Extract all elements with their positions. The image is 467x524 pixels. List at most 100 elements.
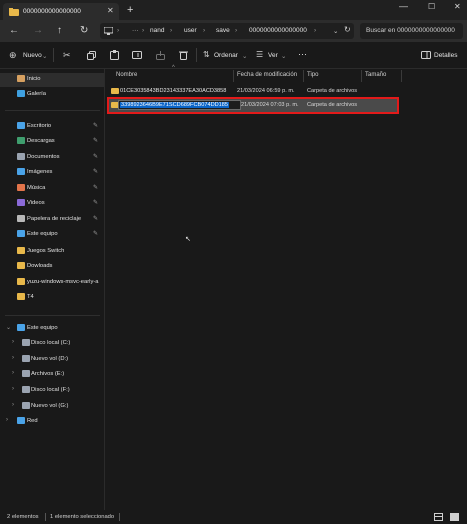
tab-current-folder[interactable]: 0000000000000000 ✕: [3, 3, 119, 20]
pin-icon[interactable]: ✎: [93, 168, 98, 175]
documents-icon: [17, 153, 25, 160]
drive-icon: [22, 355, 30, 362]
chevron-down-icon[interactable]: ⌄: [6, 324, 11, 331]
minimize-button[interactable]: —: [399, 1, 408, 11]
rename-icon[interactable]: [132, 51, 142, 59]
pin-icon[interactable]: ✎: [93, 122, 98, 129]
sidebar-item-quick[interactable]: Este equipo ✎: [0, 228, 104, 242]
pin-icon[interactable]: ✎: [93, 137, 98, 144]
more-options-button[interactable]: ···: [298, 49, 307, 59]
address-dropdown-icon[interactable]: ⌄: [333, 27, 338, 35]
chevron-right-icon[interactable]: ›: [12, 339, 14, 345]
sidebar-item-label: Inicio: [27, 76, 41, 82]
search-box[interactable]: Buscar en 0000000000000000: [360, 23, 463, 39]
new-button[interactable]: Nuevo: [23, 52, 42, 59]
chevron-right-icon[interactable]: ›: [12, 370, 14, 376]
sort-button[interactable]: Ordenar: [214, 52, 238, 59]
tiles-view-icon[interactable]: [450, 513, 459, 521]
breadcrumb-save[interactable]: save: [216, 27, 230, 34]
breadcrumb-user[interactable]: user: [184, 27, 197, 34]
view-icon[interactable]: ☰: [256, 50, 263, 59]
pin-icon[interactable]: ✎: [93, 199, 98, 206]
sidebar-item-red[interactable]: › Red: [0, 415, 104, 429]
column-header-size[interactable]: Tamaño: [365, 72, 386, 78]
chevron-right-icon[interactable]: ›: [12, 355, 14, 361]
sidebar-item-drive[interactable]: › Disco local (C:): [0, 337, 104, 351]
breadcrumb-nand[interactable]: nand: [150, 27, 164, 34]
pin-icon[interactable]: ✎: [93, 184, 98, 191]
sidebar-item-quick[interactable]: Dowloads: [0, 260, 104, 274]
view-button[interactable]: Ver: [268, 52, 278, 59]
computer-icon: [104, 27, 113, 35]
chevron-right-icon[interactable]: ›: [6, 417, 8, 423]
music-icon: [17, 184, 25, 191]
close-window-button[interactable]: ✕: [454, 2, 461, 11]
column-header-date[interactable]: Fecha de modificación: [237, 72, 297, 78]
chevron-right-icon[interactable]: ›: [12, 402, 14, 408]
file-name: 01CE3035843BD23143337EA30ACD3858: [120, 88, 227, 94]
sidebar-item-quick[interactable]: Escritorio ✎: [0, 120, 104, 134]
details-pane-icon[interactable]: [421, 51, 431, 59]
sidebar-item-drive[interactable]: › Nuevo vol (G:): [0, 400, 104, 414]
breadcrumb-overflow[interactable]: ···: [132, 27, 139, 34]
new-dropdown-icon[interactable]: ⌄: [42, 52, 47, 60]
column-header-name[interactable]: Nombre: [116, 72, 137, 78]
sidebar-item-quick[interactable]: Documentos ✎: [0, 151, 104, 165]
refresh-address-icon[interactable]: ↻: [344, 25, 351, 34]
refresh-icon[interactable]: ↻: [80, 25, 88, 36]
sidebar-item-galeria[interactable]: Galería: [0, 88, 104, 102]
back-arrow-icon[interactable]: ←: [9, 25, 19, 36]
pane-splitter[interactable]: [104, 69, 105, 510]
sidebar-item-inicio[interactable]: Inicio: [0, 73, 104, 87]
sidebar-item-quick[interactable]: Papelera de reciclaje ✎: [0, 213, 104, 227]
sidebar-item-quick[interactable]: Imágenes ✎: [0, 166, 104, 180]
folder-icon: [17, 247, 25, 254]
drive-icon: [22, 402, 30, 409]
sort-icon[interactable]: ⇅: [203, 50, 210, 59]
sidebar-item-label: Papelera de reciclaje: [27, 216, 82, 222]
sidebar-item-quick[interactable]: Juegos Switch: [0, 245, 104, 259]
cut-icon[interactable]: ✂: [63, 50, 71, 61]
folder-icon: [17, 278, 25, 285]
up-arrow-icon[interactable]: ↑: [57, 25, 62, 36]
forward-arrow-icon[interactable]: →: [33, 25, 43, 36]
sidebar-item-label: Este equipo: [27, 231, 58, 237]
maximize-button[interactable]: ☐: [428, 2, 435, 11]
share-icon[interactable]: [156, 51, 165, 60]
this-pc-icon: [17, 230, 25, 237]
sidebar-item-quick[interactable]: Descargas ✎: [0, 135, 104, 149]
column-header-type[interactable]: Tipo: [307, 72, 318, 78]
sidebar-item-quick[interactable]: Videos ✎: [0, 197, 104, 211]
sidebar-item-label: Galería: [27, 91, 47, 97]
new-tab-button[interactable]: +: [127, 4, 133, 16]
pin-icon[interactable]: ✎: [93, 215, 98, 222]
details-button[interactable]: Detalles: [434, 52, 457, 59]
downloads-icon: [17, 137, 25, 144]
pin-icon[interactable]: ✎: [93, 153, 98, 160]
view-dropdown-icon[interactable]: ⌄: [281, 52, 286, 60]
sidebar-item-quick[interactable]: yuzu-windows-msvc-early-a: [0, 276, 104, 290]
videos-icon: [17, 199, 25, 206]
sidebar-item-drive[interactable]: › Archivos (E:): [0, 368, 104, 382]
sidebar-item-label: Descargas: [27, 138, 55, 144]
sidebar-item-drive[interactable]: › Nuevo vol (D:): [0, 353, 104, 367]
sidebar-item-label: Dowloads: [27, 263, 53, 269]
chevron-right-icon[interactable]: ›: [12, 386, 14, 392]
delete-icon[interactable]: [179, 50, 188, 60]
sidebar-item-quick[interactable]: Música ✎: [0, 182, 104, 196]
item-count: 2 elementos: [7, 514, 39, 520]
sidebar-item-this-pc[interactable]: ⌄ Este equipo: [0, 322, 104, 336]
sidebar-item-label: Escritorio: [27, 123, 52, 129]
breadcrumb-current[interactable]: 0000000000000000: [249, 27, 307, 34]
copy-icon[interactable]: [87, 51, 96, 60]
sidebar-item-quick[interactable]: T4: [0, 291, 104, 305]
sidebar-item-drive[interactable]: › Disco local (F:): [0, 384, 104, 398]
sort-dropdown-icon[interactable]: ⌄: [242, 52, 247, 60]
new-plus-icon[interactable]: ⊕: [9, 50, 17, 61]
details-view-icon[interactable]: [434, 513, 443, 521]
drive-icon: [22, 339, 30, 346]
tab-close-icon[interactable]: ✕: [107, 6, 114, 15]
paste-icon[interactable]: [110, 50, 119, 60]
pin-icon[interactable]: ✎: [93, 230, 98, 237]
pictures-icon: [17, 168, 25, 175]
